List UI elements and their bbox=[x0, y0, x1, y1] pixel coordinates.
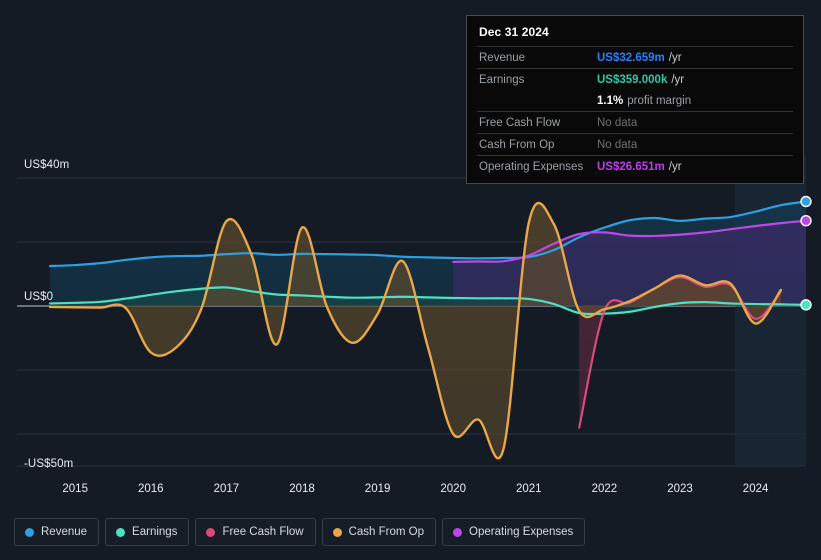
tooltip-row-profit-margin: 1.1% profit margin bbox=[477, 90, 793, 111]
legend-color-dot-icon bbox=[25, 527, 34, 537]
y-axis-label-bottom: -US$50m bbox=[24, 458, 74, 470]
tooltip-row-cash-from-op: Cash From Op No data bbox=[477, 133, 793, 155]
tooltip-row-value: US$32.659m bbox=[597, 52, 665, 64]
x-axis-tick-2023: 2023 bbox=[667, 483, 693, 495]
tooltip-row-earnings: Earnings US$359.000k/yr bbox=[477, 68, 793, 90]
endpoint-earnings bbox=[800, 299, 812, 311]
legend-item-label: Operating Expenses bbox=[469, 526, 574, 538]
tooltip-date: Dec 31 2024 bbox=[479, 25, 549, 39]
tooltip-row-unit: /yr bbox=[671, 74, 685, 86]
x-axis-tick-2017: 2017 bbox=[213, 483, 240, 495]
endpoint-revenue bbox=[800, 195, 812, 208]
tooltip-row-label: Revenue bbox=[479, 52, 526, 64]
tooltip-row-value: No data bbox=[597, 139, 638, 151]
legend-item-label: Revenue bbox=[41, 526, 88, 538]
tooltip-row-unit: /yr bbox=[668, 161, 682, 173]
tooltip-row-free-cash-flow: Free Cash Flow No data bbox=[477, 111, 793, 133]
legend-item-free-cash-flow[interactable]: Free Cash Flow bbox=[195, 518, 316, 546]
legend-color-dot-icon bbox=[116, 527, 126, 537]
legend-item-label: Earnings bbox=[132, 526, 178, 538]
tooltip-row-unit: /yr bbox=[668, 52, 682, 64]
tooltip-row-label: Cash From Op bbox=[479, 139, 555, 151]
x-axis-tick-2024: 2024 bbox=[742, 483, 769, 495]
chart-legend[interactable]: Revenue Earnings Free Cash Flow Cash From O… bbox=[14, 518, 586, 546]
legend-color-dot-icon bbox=[453, 527, 463, 537]
x-axis-tick-2016: 2016 bbox=[138, 483, 164, 495]
legend-color-dot-icon bbox=[332, 527, 342, 537]
x-axis-tick-2020: 2020 bbox=[440, 483, 466, 495]
x-axis-tick-2022: 2022 bbox=[591, 483, 618, 495]
tooltip-row-revenue: Revenue US$32.659m/yr bbox=[477, 46, 793, 68]
y-axis-label-top: US$40m bbox=[24, 159, 70, 171]
tooltip-row-value: US$359.000k bbox=[597, 74, 668, 86]
tooltip-row-value: No data bbox=[597, 117, 638, 129]
legend-item-label: Cash From Op bbox=[348, 526, 425, 538]
tooltip-row-operating-expenses: Operating Expenses US$26.651m/yr bbox=[477, 155, 793, 177]
legend-item-cash-from-op[interactable]: Cash From Op bbox=[321, 518, 437, 546]
legend-color-dot-icon bbox=[206, 527, 216, 537]
tooltip-row-label: Earnings bbox=[479, 74, 525, 86]
x-axis-tick-2015: 2015 bbox=[62, 483, 88, 495]
legend-item-revenue[interactable]: Revenue bbox=[14, 518, 100, 546]
tooltip-row-label: Operating Expenses bbox=[479, 161, 584, 173]
chart-page: US$40m US$0 -US$50m 2015 2016 2017 2018 2019… bbox=[0, 0, 821, 560]
tooltip-row-value: US$26.651m bbox=[597, 161, 665, 173]
x-axis-tick-2019: 2019 bbox=[364, 483, 391, 495]
tooltip-row-value: 1.1% bbox=[597, 95, 624, 107]
tooltip-row-unit: profit margin bbox=[627, 95, 692, 107]
chart-tooltip: Dec 31 2024 Revenue US$32.659m/yr Earnings… bbox=[466, 15, 804, 184]
legend-item-label: Free Cash Flow bbox=[222, 526, 304, 538]
endpoint-operating-expenses bbox=[800, 215, 812, 227]
x-axis-tick-2018: 2018 bbox=[289, 483, 315, 495]
legend-item-earnings[interactable]: Earnings bbox=[105, 518, 190, 546]
x-axis-tick-2021: 2021 bbox=[516, 483, 542, 495]
tooltip-row-label: Free Cash Flow bbox=[479, 117, 561, 129]
y-axis-label-zero: US$0 bbox=[24, 291, 54, 303]
legend-item-operating-expenses[interactable]: Operating Expenses bbox=[442, 518, 586, 546]
